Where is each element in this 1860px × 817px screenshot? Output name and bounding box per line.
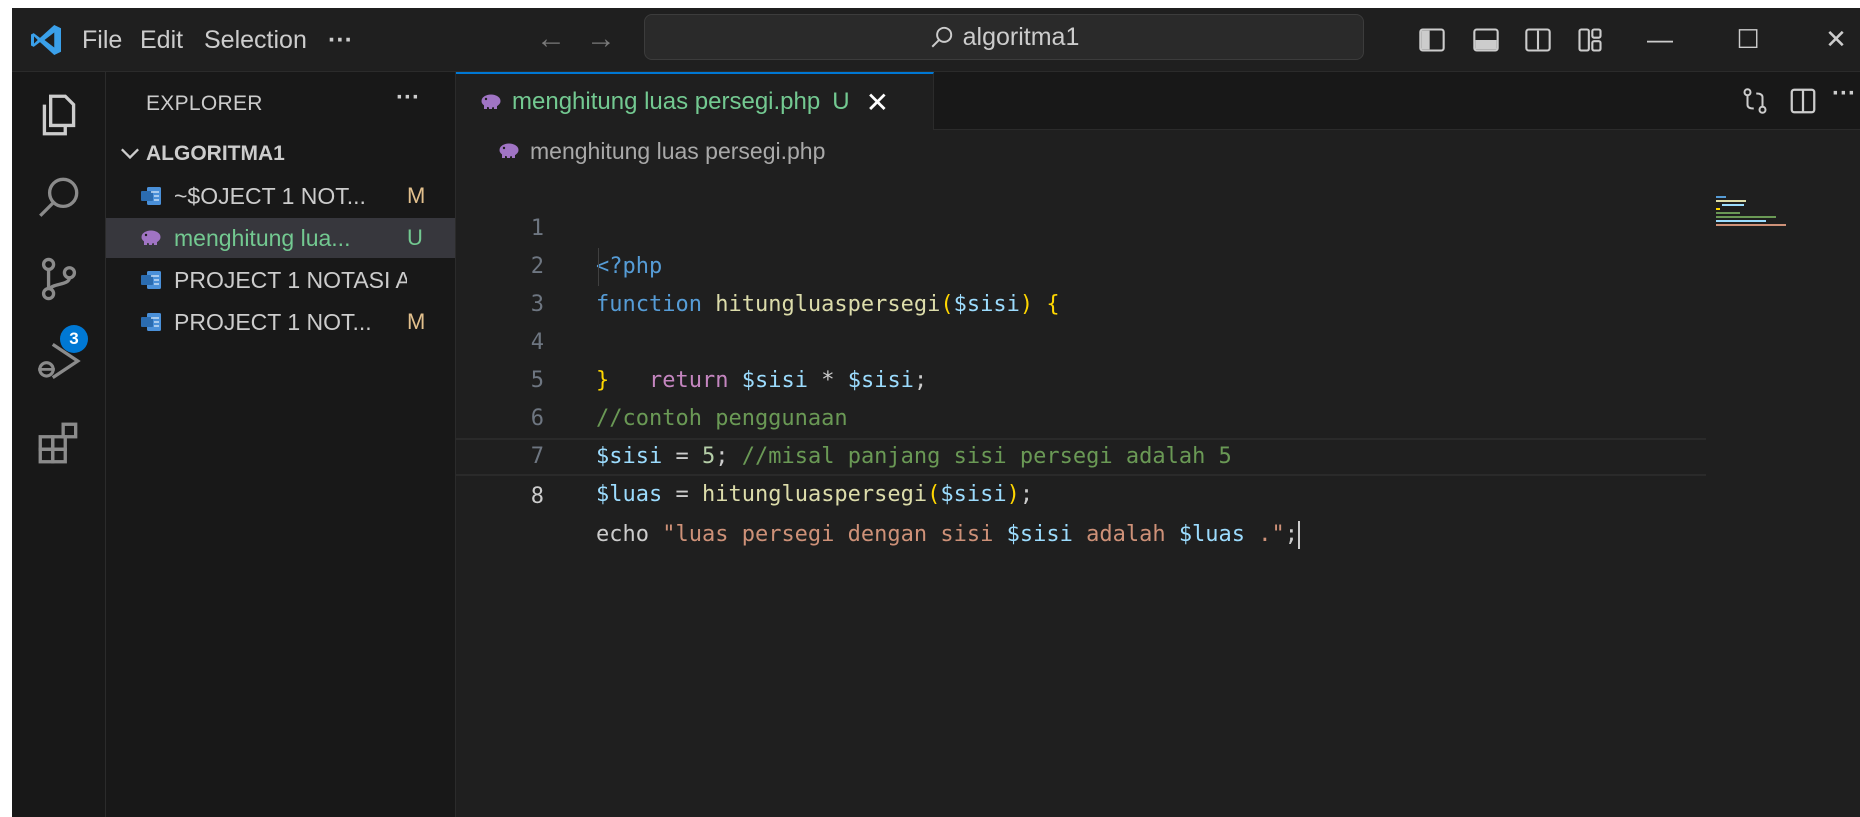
- editor-tab-bar: menghitung luas persegi.php U ✕ ···: [456, 72, 1860, 130]
- string: "luas persegi dengan sisi: [662, 522, 1007, 547]
- code-line: 5 //contoh penggunaan: [456, 324, 1706, 431]
- file-name: ~$OJECT 1 NOT...: [174, 182, 366, 209]
- word-doc-icon: [141, 187, 161, 205]
- editor-more-button[interactable]: ···: [1832, 80, 1860, 110]
- code-line: 4 }: [456, 286, 1706, 393]
- toggle-secondary-sidebar-icon[interactable]: [1524, 26, 1552, 54]
- operator: =: [662, 482, 702, 507]
- paren: ): [1006, 482, 1020, 507]
- variable: $sisi: [940, 482, 1007, 507]
- toggle-panel-icon[interactable]: [1472, 26, 1500, 54]
- word-doc-icon: [141, 313, 161, 331]
- php-elephant-icon: [481, 94, 501, 109]
- tab-menghitung-luas-persegi[interactable]: menghitung luas persegi.php U ✕: [456, 72, 934, 130]
- customize-layout-icon[interactable]: [1576, 26, 1604, 54]
- git-status-badge: U: [407, 225, 423, 250]
- minimize-button[interactable]: —: [1630, 8, 1690, 72]
- tab-status-badge: U: [832, 88, 850, 115]
- command-center-search[interactable]: algoritma1: [644, 14, 1364, 60]
- breadcrumb-file: menghitung luas persegi.php: [530, 137, 826, 164]
- tab-label: menghitung luas persegi.php: [512, 88, 821, 115]
- folder-header[interactable]: ALGORITMA1: [116, 138, 285, 170]
- semicolon: ;: [1019, 482, 1034, 507]
- file-name: PROJECT 1 NOT...: [174, 308, 372, 335]
- variable: $luas: [596, 482, 663, 507]
- minimap[interactable]: [1714, 194, 1824, 234]
- word-doc-icon: [141, 271, 161, 289]
- extensions-icon[interactable]: [34, 418, 84, 468]
- split-editor-icon[interactable]: [1788, 86, 1818, 116]
- search-icon: [931, 26, 952, 48]
- vscode-logo-icon: [31, 25, 61, 55]
- explorer-more-button[interactable]: ···: [396, 84, 420, 112]
- close-tab-icon[interactable]: ✕: [866, 86, 889, 119]
- string: adalah: [1072, 522, 1179, 547]
- close-window-button[interactable]: ✕: [1806, 8, 1860, 72]
- file-item[interactable]: PROJECT 1 NOTASI A...: [106, 260, 455, 300]
- maximize-button[interactable]: ☐: [1718, 8, 1778, 72]
- code-line: 7 $luas = hitungluaspersegi($sisi);: [456, 400, 1706, 507]
- source-control-icon[interactable]: [34, 254, 84, 304]
- explorer-sidebar: EXPLORER ··· ALGORITMA1 ~$OJECT 1 NOT...…: [106, 72, 456, 817]
- folder-name: ALGORITMA1: [146, 142, 285, 165]
- semicolon: ;: [1284, 522, 1299, 547]
- code-editor[interactable]: 1 <?php 2 function hitungluaspersegi($si…: [456, 172, 1706, 549]
- menu-selection[interactable]: Selection: [204, 8, 307, 72]
- title-bar: File Edit Selection ··· ← → algoritma1 —…: [12, 8, 1860, 72]
- chevron-down-icon: [121, 148, 139, 160]
- variable: $luas: [1178, 522, 1246, 547]
- code-line-current: 8 echo "luas persegi dengan sisi $sisi a…: [456, 438, 1706, 549]
- git-status-badge: M: [407, 183, 426, 208]
- activity-bar: 3: [12, 72, 106, 817]
- menu-more-button[interactable]: ···: [328, 8, 353, 72]
- code-line: 2 function hitungluaspersegi($sisi) {: [456, 210, 1706, 317]
- back-arrow-icon[interactable]: ←: [536, 8, 566, 72]
- php-elephant-icon: [141, 230, 161, 245]
- open-changes-icon[interactable]: [1740, 86, 1770, 116]
- search-label: algoritma1: [962, 22, 1080, 51]
- breadcrumb[interactable]: menghitung luas persegi.php: [456, 130, 825, 172]
- file-item[interactable]: PROJECT 1 NOT... M: [106, 302, 455, 342]
- explorer-title: EXPLORER: [146, 92, 263, 115]
- indent-guide: [598, 248, 599, 286]
- line-number: 8: [530, 484, 544, 509]
- file-name: menghitung lua...: [174, 224, 351, 251]
- function-name: hitungluaspersegi: [701, 482, 928, 507]
- menu-edit[interactable]: Edit: [140, 8, 183, 72]
- file-item[interactable]: ~$OJECT 1 NOT... M: [106, 176, 455, 216]
- text-cursor: [1298, 521, 1301, 549]
- string: .": [1245, 522, 1285, 547]
- forward-arrow-icon[interactable]: →: [586, 8, 616, 72]
- file-name: PROJECT 1 NOTASI A...: [174, 266, 407, 293]
- variable: $sisi: [1006, 522, 1073, 547]
- vscode-window: File Edit Selection ··· ← → algoritma1 —…: [12, 8, 1860, 817]
- explorer-icon[interactable]: [34, 90, 84, 140]
- menu-file[interactable]: File: [82, 8, 122, 72]
- keyword: echo: [596, 522, 649, 547]
- code-line: 1 <?php: [456, 172, 1706, 279]
- toggle-primary-sidebar-icon[interactable]: [1418, 26, 1446, 54]
- git-status-badge: M: [407, 309, 426, 334]
- editor-area: menghitung luas persegi.php U ✕ ··· meng…: [456, 72, 1860, 817]
- code-line: 3 return $sisi * $sisi;: [456, 248, 1706, 393]
- search-icon[interactable]: [34, 172, 84, 222]
- code-line: 6 $sisi = 5; //misal panjang sisi perseg…: [456, 362, 1706, 469]
- run-debug-icon[interactable]: [34, 336, 84, 386]
- php-elephant-icon: [499, 143, 519, 158]
- file-item-selected[interactable]: menghitung lua... U: [106, 218, 455, 258]
- paren: (: [927, 482, 941, 507]
